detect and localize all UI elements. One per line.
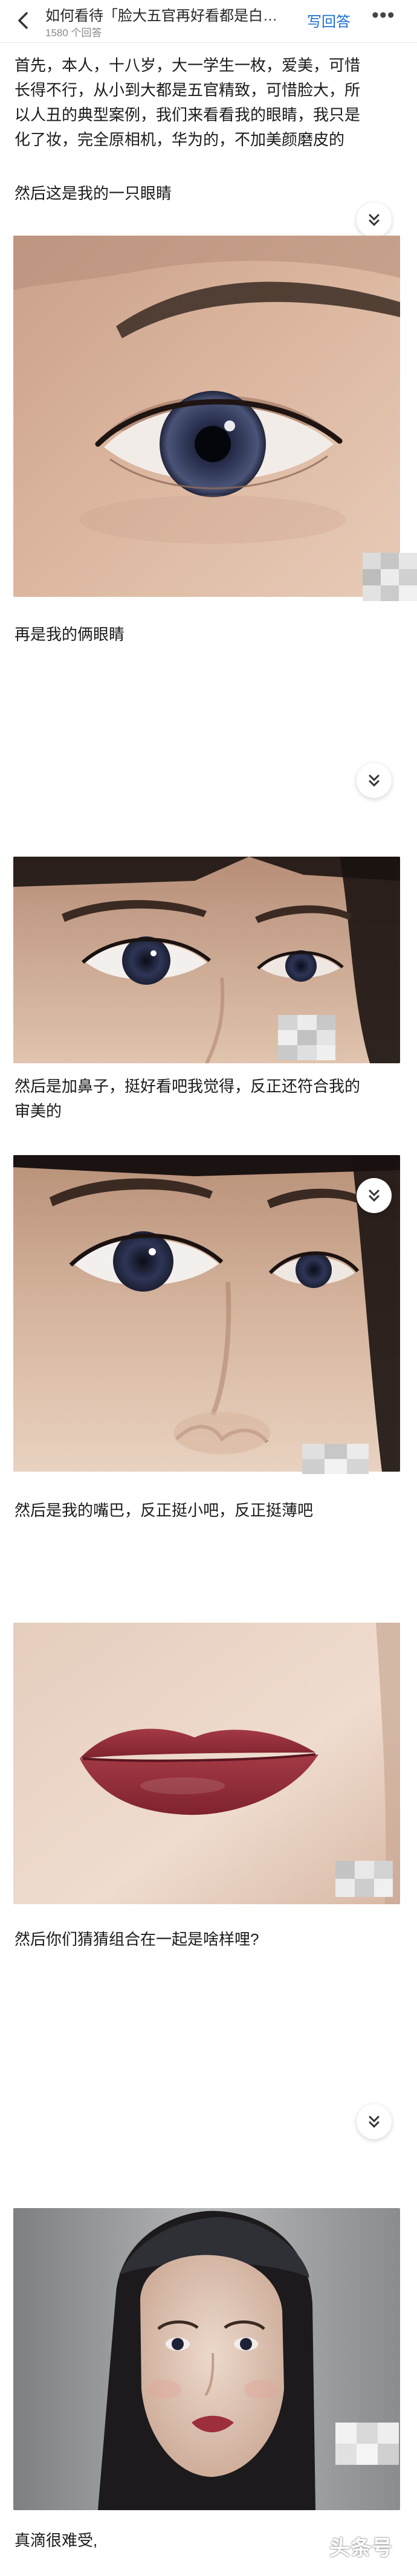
paragraph-nose: 然后是加鼻子，挺好看吧我觉得，反正还符合我的 审美的 <box>15 1074 360 1124</box>
expand-button[interactable] <box>357 1178 392 1213</box>
more-dots-icon[interactable]: ••• <box>372 4 395 27</box>
chevron-double-down-icon <box>369 2116 380 2128</box>
chevron-double-down-icon <box>369 1190 380 1202</box>
intro-paragraph: 首先，本人，十八岁，大一学生一枚，爱美，可惜 长得不行，从小到大都是五官精致，可… <box>15 53 360 152</box>
intro-line: 化了妆，完全原相机，华为的，不加美颜磨皮的 <box>15 130 345 149</box>
paragraph-mouth: 然后是我的嘴巴，反正挺小吧，反正挺薄吧 <box>15 1501 314 1519</box>
blurred-watermark <box>302 1444 369 1474</box>
blurred-watermark <box>335 1861 393 1897</box>
intro-line: 首先，本人，十八岁，大一学生一枚，爱美，可惜 <box>15 56 361 74</box>
blurred-watermark <box>363 553 417 601</box>
paragraph-one-eye: 然后这是我的一只眼睛 <box>15 184 172 202</box>
blurred-watermark <box>278 1015 335 1060</box>
photo-two-eyes[interactable] <box>13 857 400 1063</box>
paragraph-end: 真滴很难受, <box>15 2531 98 2549</box>
back-arrow-icon[interactable] <box>13 10 35 31</box>
nose-line: 然后是加鼻子，挺好看吧我觉得，反正还符合我的 <box>15 1077 361 1095</box>
top-bar: 如何看待「脸大五官再好看都是白… 1580 个回答 写回答 ••• <box>0 0 417 43</box>
paragraph-two-eyes: 再是我的俩眼睛 <box>15 625 125 643</box>
blurred-watermark <box>335 2423 399 2465</box>
question-title[interactable]: 如何看待「脸大五官再好看都是白… <box>45 4 277 25</box>
expand-button[interactable] <box>357 2104 392 2139</box>
paragraph-guess: 然后你们猜猜组合在一起是啥样哩? <box>15 1930 259 1948</box>
chevron-double-down-icon <box>369 774 380 787</box>
photo-eyes-nose[interactable] <box>13 1155 400 1472</box>
chevron-double-down-icon <box>369 214 380 227</box>
answer-count: 1580 个回答 <box>45 27 102 39</box>
expand-button[interactable] <box>357 763 392 798</box>
write-answer-button[interactable]: 写回答 <box>307 10 351 31</box>
toutiao-watermark: 头条号 <box>329 2537 393 2560</box>
intro-line: 长得不行，从小到大都是五官精致，可惜脸大，所 <box>15 81 361 99</box>
nose-line: 审美的 <box>15 1102 62 1120</box>
photo-one-eye[interactable] <box>13 236 400 597</box>
intro-line: 以人丑的典型案例，我们来看看我的眼睛，我只是 <box>15 106 361 124</box>
expand-button[interactable] <box>357 202 392 237</box>
